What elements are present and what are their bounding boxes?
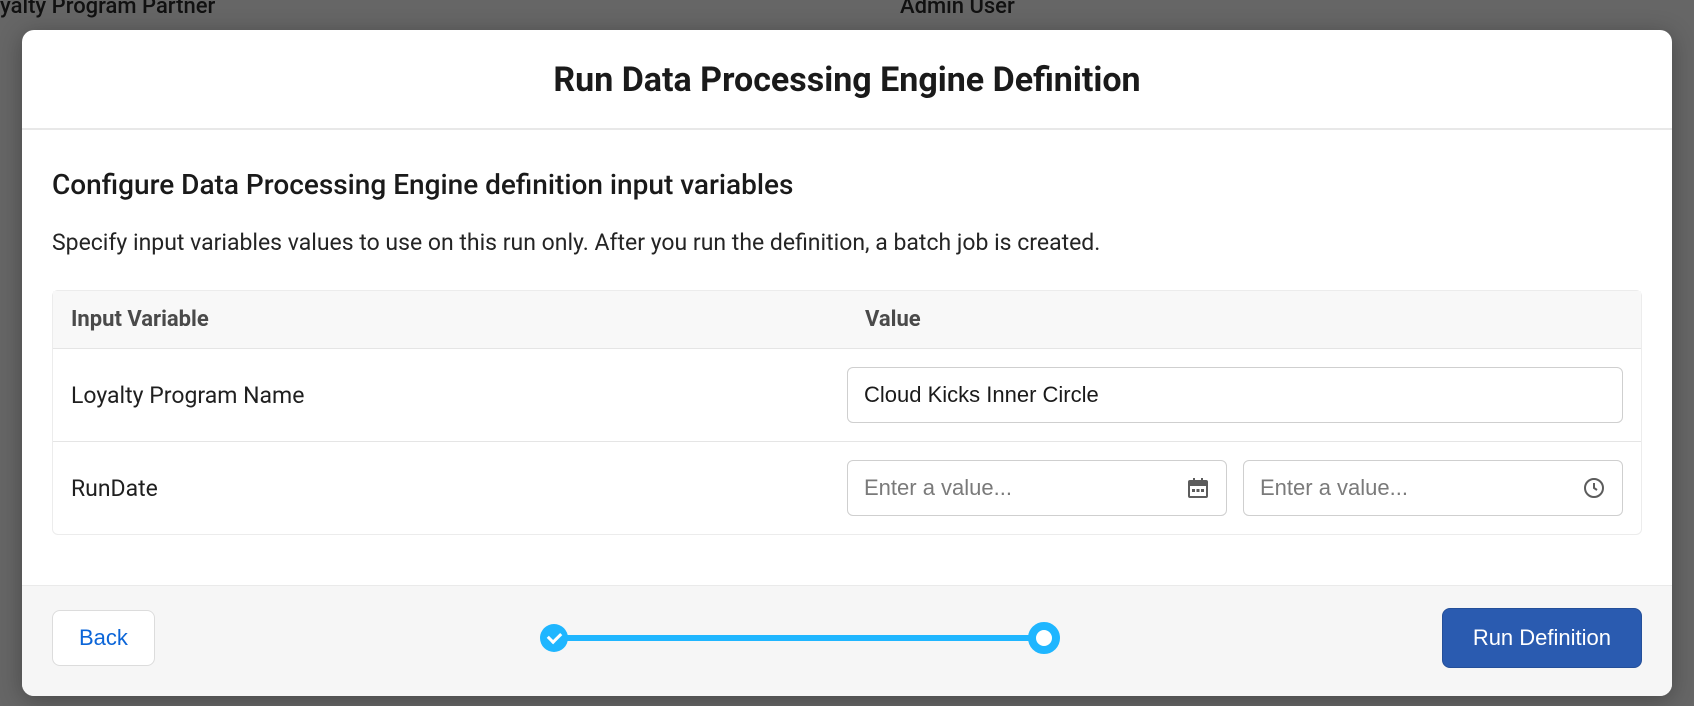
variable-label-rundate: RunDate bbox=[71, 475, 847, 502]
table-row: Loyalty Program Name bbox=[53, 349, 1641, 442]
modal-title: Run Data Processing Engine Definition bbox=[42, 60, 1652, 100]
modal-subtitle: Configure Data Processing Engine definit… bbox=[52, 168, 1642, 201]
progress-step-done-icon bbox=[540, 624, 568, 652]
modal-body: Configure Data Processing Engine definit… bbox=[22, 130, 1672, 585]
table-header: Input Variable Value bbox=[53, 291, 1641, 349]
run-definition-modal: Run Data Processing Engine Definition Co… bbox=[22, 30, 1672, 696]
variable-label-loyalty-program: Loyalty Program Name bbox=[71, 382, 847, 409]
progress-line bbox=[554, 635, 1042, 641]
modal-header: Run Data Processing Engine Definition bbox=[22, 30, 1672, 130]
modal-description: Specify input variables values to use on… bbox=[52, 229, 1642, 256]
clock-icon[interactable] bbox=[1581, 475, 1607, 501]
rundate-time-input[interactable] bbox=[1243, 460, 1623, 516]
loyalty-program-name-input[interactable] bbox=[847, 367, 1623, 423]
modal-footer: Back Run Definition bbox=[22, 585, 1672, 696]
progress-step-current-icon bbox=[1028, 622, 1060, 654]
table-header-input-variable: Input Variable bbox=[53, 291, 847, 348]
table-row: RunDate bbox=[53, 442, 1641, 534]
input-variables-table: Input Variable Value Loyalty Program Nam… bbox=[52, 290, 1642, 535]
progress-indicator bbox=[155, 622, 1442, 654]
back-button[interactable]: Back bbox=[52, 610, 155, 666]
rundate-date-input[interactable] bbox=[847, 460, 1227, 516]
table-header-value: Value bbox=[847, 291, 1641, 348]
calendar-icon[interactable] bbox=[1185, 475, 1211, 501]
run-definition-button[interactable]: Run Definition bbox=[1442, 608, 1642, 668]
